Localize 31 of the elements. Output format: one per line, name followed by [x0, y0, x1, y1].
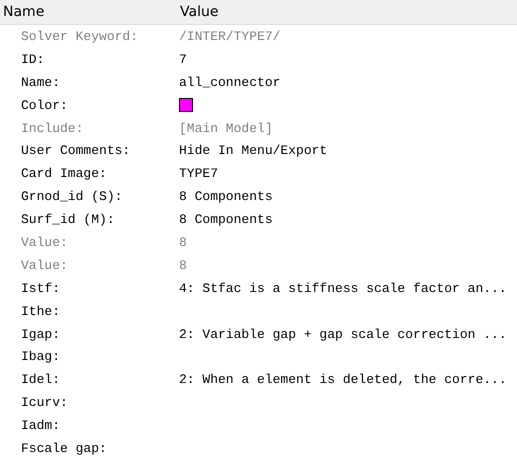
property-name: Icurv:	[21, 395, 69, 410]
property-value[interactable]: 8 Components	[179, 212, 273, 228]
property-value[interactable]: Hide In Menu/Export	[179, 143, 328, 158]
property-name: Card Image:	[21, 166, 108, 182]
property-name: ID:	[21, 52, 46, 67]
property-value[interactable]: all_connector	[179, 74, 280, 90]
property-value[interactable]: 4: Stfac is a stiffness scale factor an...	[179, 280, 507, 296]
property-name: Surf_id (M):	[21, 212, 116, 228]
property-name: Iadm:	[21, 418, 62, 434]
color-swatch[interactable]	[179, 98, 193, 112]
property-name: Ibag:	[21, 349, 62, 364]
property-name: Grnod_id (S):	[21, 189, 124, 204]
property-name: Name:	[21, 74, 62, 90]
property-value[interactable]: 2: When a element is deleted, the corre...	[179, 372, 507, 388]
column-header[interactable]: Value	[175, 4, 218, 20]
property-name: Value:	[21, 258, 69, 273]
property-name: Istf:	[21, 280, 62, 296]
property-name: Ithe:	[21, 304, 62, 319]
column-header[interactable]: Name	[0, 4, 175, 20]
property-value[interactable]: TYPE7	[179, 166, 218, 182]
property-name: Solver Keyword:	[21, 28, 140, 44]
property-name: Igap:	[21, 326, 62, 342]
property-value[interactable]: 8 Components	[179, 189, 273, 204]
property-name: Idel:	[21, 372, 62, 388]
property-name: Color:	[21, 98, 69, 113]
property-name: User Comments:	[21, 143, 132, 158]
property-name: Value:	[21, 234, 69, 250]
property-value[interactable]: 2: Variable gap + gap scale correction ...	[179, 326, 507, 342]
property-name: Fscale gap:	[21, 440, 108, 456]
property-name: Include:	[21, 120, 84, 136]
property-value[interactable]: 7	[179, 52, 187, 67]
